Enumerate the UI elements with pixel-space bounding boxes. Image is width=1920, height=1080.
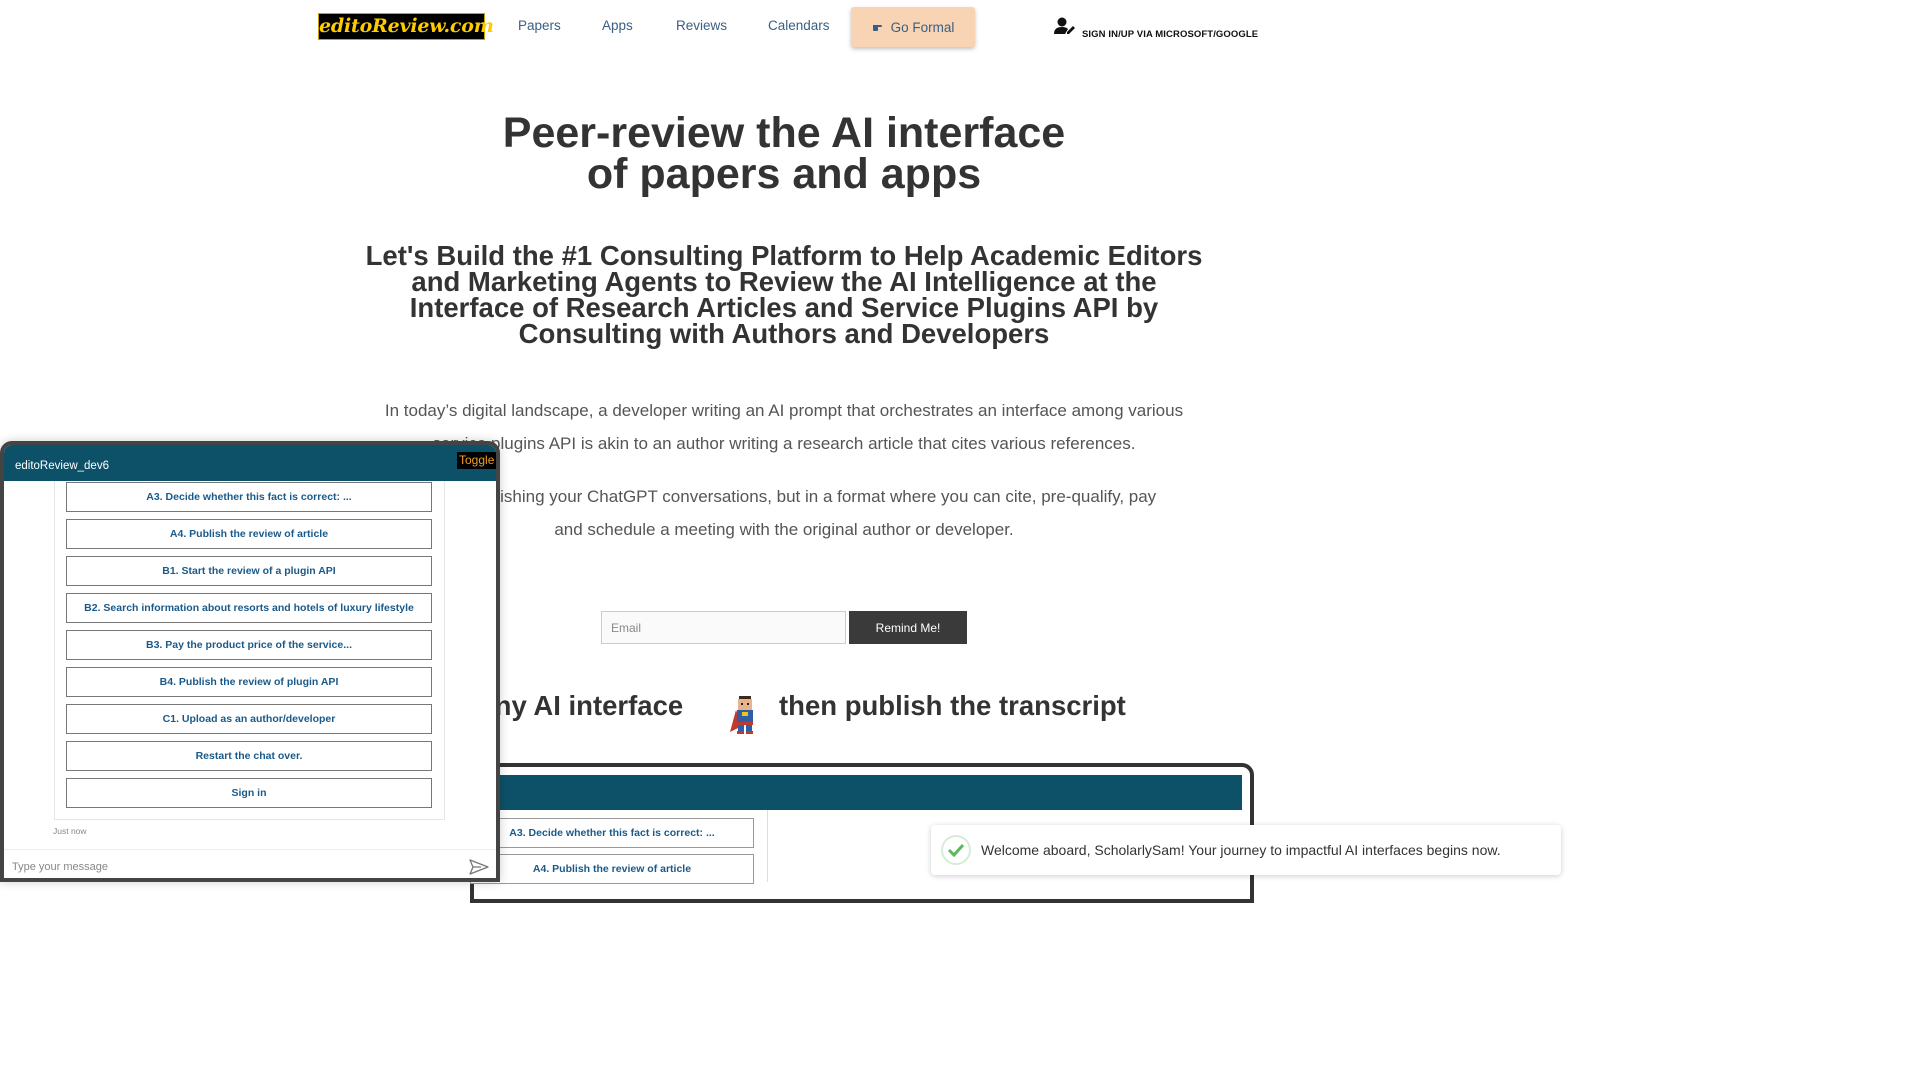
chat-option-b4[interactable]: B4. Publish the review of plugin API [66,667,432,697]
go-formal-label: Go Formal [890,19,955,35]
hero-title-line1: Peer-review the AI interface [502,109,1066,157]
chat-timestamp: Just now [53,826,87,836]
chat-option-b3[interactable]: B3. Pay the product price of the service… [66,630,432,660]
signin-label: SIGN IN/UP VIA MICROSOFT/GOOGLE [1082,29,1259,40]
demo-chat-header [498,775,1242,810]
chat-option-sign-in[interactable]: Sign in [66,778,432,808]
chat-widget: editoReview_dev6 Toggle A3. Decide wheth… [0,441,500,882]
chat-header: editoReview_dev6 Toggle [4,445,496,481]
chat-option-b2[interactable]: B2. Search information about resorts and… [66,593,432,623]
nav-link-reviews[interactable]: Reviews [676,18,727,33]
check-circle-icon [941,835,971,865]
user-edit-icon [1054,17,1076,40]
intro-paragraph-line1: In today’s digital landscape, a develope… [384,401,1184,420]
remind-me-button[interactable]: Remind Me! [849,611,967,644]
send-icon[interactable] [469,859,489,875]
email-input[interactable]: Email [601,611,846,644]
chat-option-c1[interactable]: C1. Upload as an author/developer [66,704,432,734]
toast-message: Welcome aboard, ScholarlySam! Your journ… [981,842,1501,858]
chat-option-b1[interactable]: B1. Start the review of a plugin API [66,556,432,586]
chat-option-a4[interactable]: A4. Publish the review of article [66,519,432,549]
chat-option-restart[interactable]: Restart the chat over. [66,741,432,771]
superhero-mascot-icon [728,694,762,734]
nav-link-apps[interactable]: Apps [602,18,633,33]
hero-subtitle-line4: Consulting with Authors and Developers [518,318,1050,349]
chat-option-a3[interactable]: A3. Decide whether this fact is correct:… [66,482,432,512]
demo-divider [767,810,768,882]
hero-title: Peer-review the AI interface of papers a… [384,109,1184,198]
nav-link-calendars[interactable]: Calendars [768,18,830,33]
chat-title: editoReview_dev6 [15,460,109,472]
chat-input-row: Type your message [4,849,496,878]
hero-title-line2: of papers and apps [586,150,982,198]
toggle-button[interactable]: Toggle [457,452,496,469]
site-logo[interactable]: editoReview.com [318,13,494,40]
top-navigation: editoReview.com Papers Apps Reviews Cale… [0,0,1568,56]
demo-option-a3[interactable]: A3. Decide whether this fact is correct:… [470,818,754,848]
section-heading-right: then publish the transcript [779,690,1126,721]
signin-link[interactable]: SIGN IN/UP VIA MICROSOFT/GOOGLE [1054,16,1258,40]
welcome-toast: Welcome aboard, ScholarlySam! Your journ… [931,825,1561,875]
hero-subtitle: Let's Build the #1 Consulting Platform t… [334,242,1234,349]
demo-option-a4[interactable]: A4. Publish the review of article [470,854,754,884]
chat-message-input[interactable]: Type your message [12,861,108,873]
nav-link-papers[interactable]: Papers [518,18,561,33]
go-formal-button[interactable]: Go Formal [851,7,975,47]
pointing-hand-icon [872,20,886,35]
